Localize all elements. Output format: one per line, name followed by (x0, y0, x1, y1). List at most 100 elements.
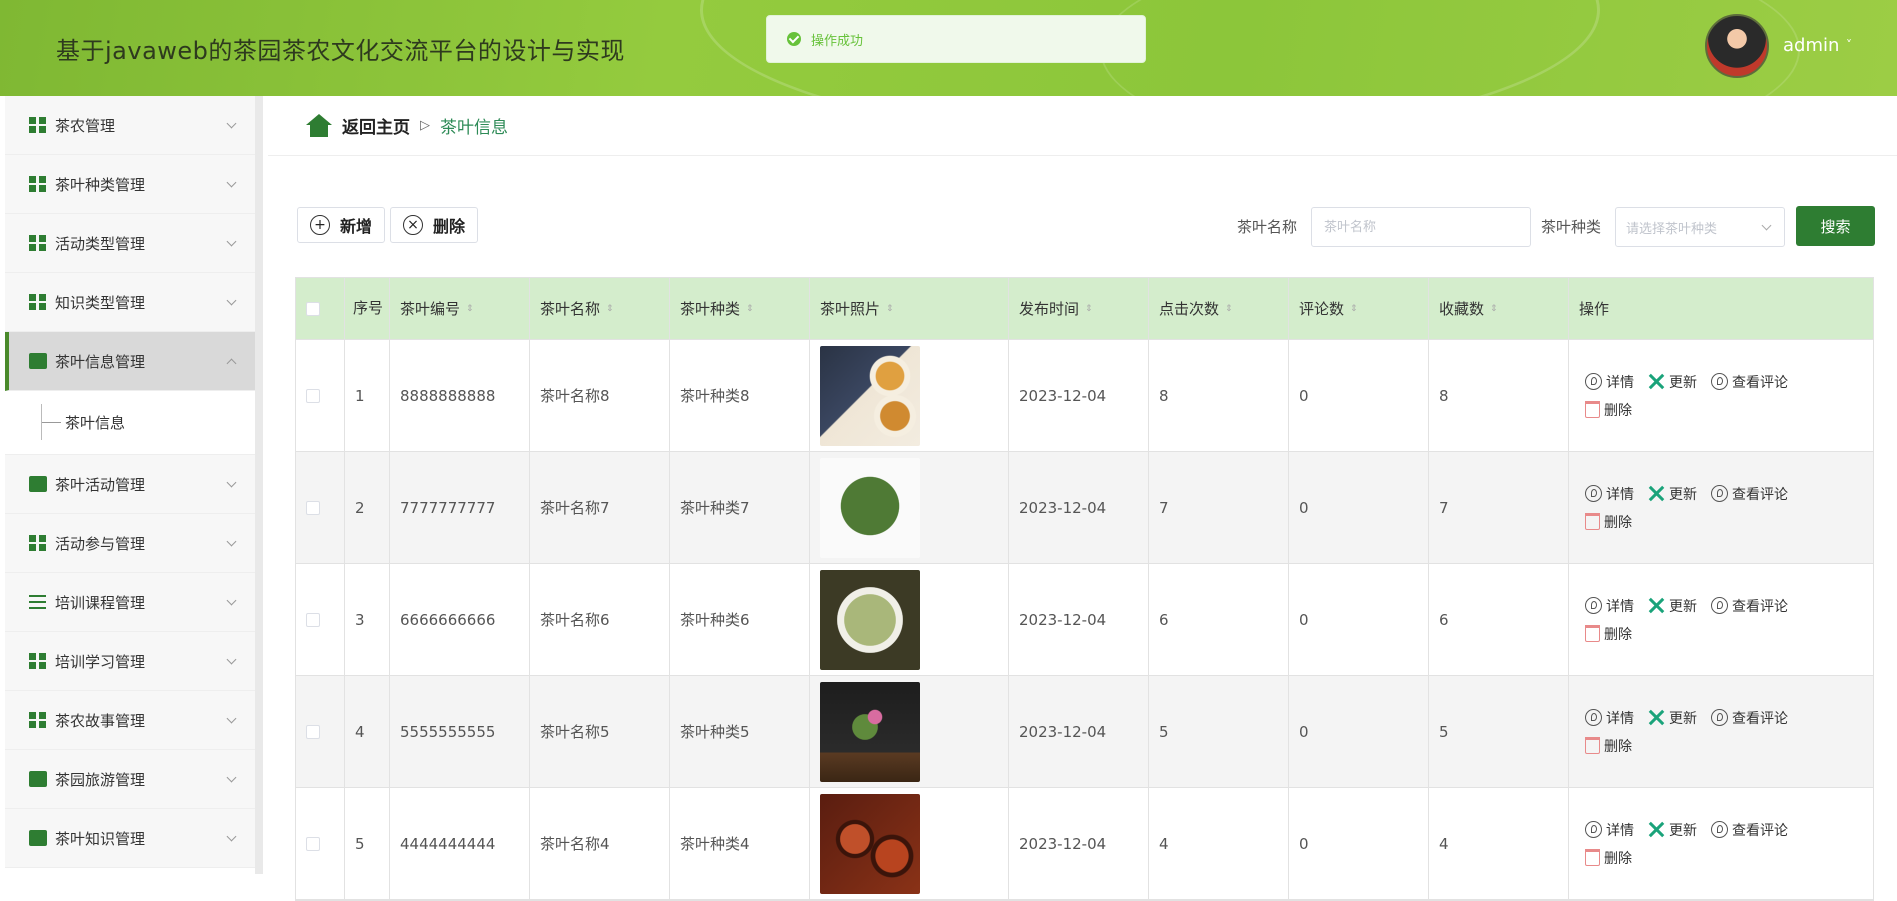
row-delete-button[interactable]: 删除 (1585, 512, 1632, 532)
row-delete-button[interactable]: 删除 (1585, 400, 1632, 420)
cell-name: 茶叶名称8 (530, 340, 670, 451)
row-delete-button[interactable]: 删除 (1585, 848, 1632, 868)
row-delete-button[interactable]: 删除 (1585, 624, 1632, 644)
col-clicks[interactable]: 点击次数 ⇕ (1149, 278, 1289, 339)
grid-icon (29, 712, 47, 728)
cell-code: 8888888888 (390, 340, 530, 451)
trash-icon (1585, 737, 1600, 754)
cell-actions: 详情 更新 查看评论 删除 (1569, 340, 1873, 451)
plus-circle-icon: + (310, 215, 330, 235)
sidebar-item-participation[interactable]: 活动参与管理 (5, 514, 255, 573)
update-button[interactable]: 更新 (1648, 596, 1697, 616)
col-name-label: 茶叶名称 (540, 300, 601, 318)
sidebar-item-farmer[interactable]: 茶农管理 (5, 96, 255, 155)
tea-name-label: 茶叶名称 (1237, 218, 1298, 236)
detail-label: 详情 (1606, 710, 1634, 727)
sort-icon[interactable]: ⇕ (1350, 304, 1358, 314)
detail-button[interactable]: 详情 (1585, 708, 1634, 728)
add-button[interactable]: + 新增 (297, 207, 385, 243)
view-comments-button[interactable]: 查看评论 (1711, 484, 1788, 504)
sidebar-item-tea-category[interactable]: 茶叶种类管理 (5, 155, 255, 214)
cell-clicks: 7 (1149, 452, 1289, 563)
sidebar-item-label: 茶叶种类管理 (55, 175, 146, 194)
col-comments[interactable]: 评论数 ⇕ (1289, 278, 1429, 339)
row-delete-label: 删除 (1604, 738, 1632, 755)
avatar[interactable] (1705, 14, 1769, 78)
breadcrumb-home-link[interactable]: 返回主页 (342, 113, 410, 138)
table-row: 3 6666666666 茶叶名称6 茶叶种类6 2023-12-04 6 0 … (296, 564, 1873, 676)
sidebar-item-knowledge-type[interactable]: 知识类型管理 (5, 273, 255, 332)
col-code[interactable]: 茶叶编号 ⇕ (390, 278, 530, 339)
select-all-checkbox[interactable] (306, 301, 320, 316)
sidebar-item-training-course[interactable]: 培训课程管理 (5, 573, 255, 632)
trash-icon (1585, 849, 1600, 866)
sidebar-item-label: 茶叶活动管理 (55, 475, 146, 494)
sidebar-item-farmer-story[interactable]: 茶农故事管理 (5, 691, 255, 750)
tea-photo[interactable] (820, 569, 920, 670)
sort-icon[interactable]: ⇕ (606, 304, 614, 314)
row-checkbox[interactable] (306, 388, 320, 403)
view-comments-button[interactable]: 查看评论 (1711, 372, 1788, 392)
delete-button[interactable]: × 删除 (390, 207, 478, 243)
sort-icon[interactable]: ⇕ (1490, 304, 1498, 314)
sidebar-item-activity-type[interactable]: 活动类型管理 (5, 214, 255, 273)
tools-icon (1648, 485, 1665, 502)
row-checkbox[interactable] (306, 836, 320, 851)
sidebar-item-tea-knowledge[interactable]: 茶叶知识管理 (5, 809, 255, 868)
update-button[interactable]: 更新 (1648, 372, 1697, 392)
tea-photo[interactable] (820, 457, 920, 558)
sidebar-item-label: 茶园旅游管理 (55, 770, 146, 789)
view-comments-button[interactable]: 查看评论 (1711, 596, 1788, 616)
tea-photo[interactable] (820, 345, 920, 446)
sort-icon[interactable]: ⇕ (1085, 304, 1093, 314)
sort-icon[interactable]: ⇕ (886, 304, 894, 314)
cell-name: 茶叶名称4 (530, 788, 670, 899)
col-date[interactable]: 发布时间 ⇕ (1009, 278, 1149, 339)
detail-button[interactable]: 详情 (1585, 372, 1634, 392)
comment-icon (1711, 597, 1728, 614)
row-delete-button[interactable]: 删除 (1585, 736, 1632, 756)
sort-icon[interactable]: ⇕ (466, 304, 474, 314)
detail-button[interactable]: 详情 (1585, 820, 1634, 840)
row-checkbox[interactable] (306, 612, 320, 627)
detail-button[interactable]: 详情 (1585, 484, 1634, 504)
update-button[interactable]: 更新 (1648, 708, 1697, 728)
tools-icon (1648, 709, 1665, 726)
sidebar-item-tea-tourism[interactable]: 茶园旅游管理 (5, 750, 255, 809)
row-checkbox[interactable] (306, 724, 320, 739)
select-all-cell (296, 278, 345, 339)
sidebar-item-training-study[interactable]: 培训学习管理 (5, 632, 255, 691)
chat-icon (29, 353, 47, 369)
sidebar-item-tea-activity[interactable]: 茶叶活动管理 (5, 455, 255, 514)
chevron-down-icon (226, 295, 237, 306)
row-checkbox[interactable] (306, 500, 320, 515)
view-comments-button[interactable]: 查看评论 (1711, 820, 1788, 840)
view-comments-label: 查看评论 (1732, 710, 1788, 727)
user-menu-name[interactable]: admin (1783, 35, 1839, 56)
detail-button[interactable]: 详情 (1585, 596, 1634, 616)
view-comments-button[interactable]: 查看评论 (1711, 708, 1788, 728)
tea-name-input[interactable] (1311, 207, 1531, 247)
trash-icon (1585, 625, 1600, 642)
col-name[interactable]: 茶叶名称 ⇕ (530, 278, 670, 339)
row-select-cell (296, 676, 345, 787)
chevron-down-icon[interactable]: ˅ (1846, 38, 1852, 52)
sort-icon[interactable]: ⇕ (1225, 304, 1233, 314)
trash-icon (1585, 401, 1600, 418)
view-comments-label: 查看评论 (1732, 822, 1788, 839)
search-button[interactable]: 搜索 (1796, 206, 1875, 246)
sort-icon[interactable]: ⇕ (746, 304, 754, 314)
sidebar-item-tea-info[interactable]: 茶叶信息管理 (5, 332, 255, 391)
cell-photo (810, 564, 1009, 675)
col-photo[interactable]: 茶叶照片 ⇕ (810, 278, 1009, 339)
update-button[interactable]: 更新 (1648, 820, 1697, 840)
update-button[interactable]: 更新 (1648, 484, 1697, 504)
col-favorites[interactable]: 收藏数 ⇕ (1429, 278, 1569, 339)
tea-photo[interactable] (820, 793, 920, 894)
tea-type-select[interactable]: 请选择茶叶种类 (1615, 207, 1785, 247)
col-code-label: 茶叶编号 (400, 300, 461, 318)
tea-photo[interactable] (820, 681, 920, 782)
sidebar-subitem-tea-info[interactable]: 茶叶信息 (5, 391, 255, 455)
home-icon[interactable] (306, 113, 332, 138)
col-type[interactable]: 茶叶种类 ⇕ (670, 278, 810, 339)
